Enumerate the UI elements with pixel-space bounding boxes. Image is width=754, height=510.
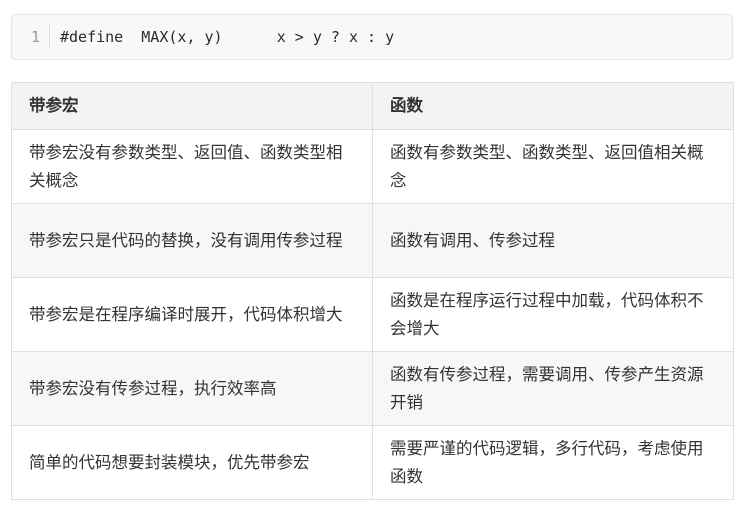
table-header-row: 带参宏 函数 xyxy=(11,82,734,130)
table-row: 带参宏没有参数类型、返回值、函数类型相关概念 函数有参数类型、函数类型、返回值相… xyxy=(11,129,734,204)
function-cell: 需要严谨的代码逻辑，多行代码，考虑使用函数 xyxy=(372,425,734,500)
macro-cell: 带参宏没有参数类型、返回值、函数类型相关概念 xyxy=(11,129,373,204)
table-row: 带参宏只是代码的替换，没有调用传参过程 函数有调用、传参过程 xyxy=(11,203,734,278)
macro-cell: 带参宏没有传参过程，执行效率高 xyxy=(11,351,373,426)
code-line-number: 1 xyxy=(12,25,50,49)
table-row: 带参宏没有传参过程，执行效率高 函数有传参过程，需要调用、传参产生资源开销 xyxy=(11,351,734,426)
macro-cell: 带参宏是在程序编译时展开，代码体积增大 xyxy=(11,277,373,352)
header-function: 函数 xyxy=(372,82,734,130)
function-cell: 函数有参数类型、函数类型、返回值相关概念 xyxy=(372,129,734,204)
table-row: 带参宏是在程序编译时展开，代码体积增大 函数是在程序运行过程中加载，代码体积不会… xyxy=(11,277,734,352)
function-cell: 函数是在程序运行过程中加载，代码体积不会增大 xyxy=(372,277,734,352)
function-cell: 函数有传参过程，需要调用、传参产生资源开销 xyxy=(372,351,734,426)
table-row: 简单的代码想要封装模块，优先带参宏 需要严谨的代码逻辑，多行代码，考虑使用函数 xyxy=(11,425,734,500)
code-block: 1 #define MAX(x, y) x > y ? x : y xyxy=(11,14,733,60)
macro-cell: 简单的代码想要封装模块，优先带参宏 xyxy=(11,425,373,500)
comparison-table: 带参宏 函数 带参宏没有参数类型、返回值、函数类型相关概念 函数有参数类型、函数… xyxy=(11,82,734,500)
macro-cell: 带参宏只是代码的替换，没有调用传参过程 xyxy=(11,203,373,278)
function-cell: 函数有调用、传参过程 xyxy=(372,203,734,278)
code-line: #define MAX(x, y) x > y ? x : y xyxy=(60,28,395,46)
header-macro: 带参宏 xyxy=(11,82,373,130)
